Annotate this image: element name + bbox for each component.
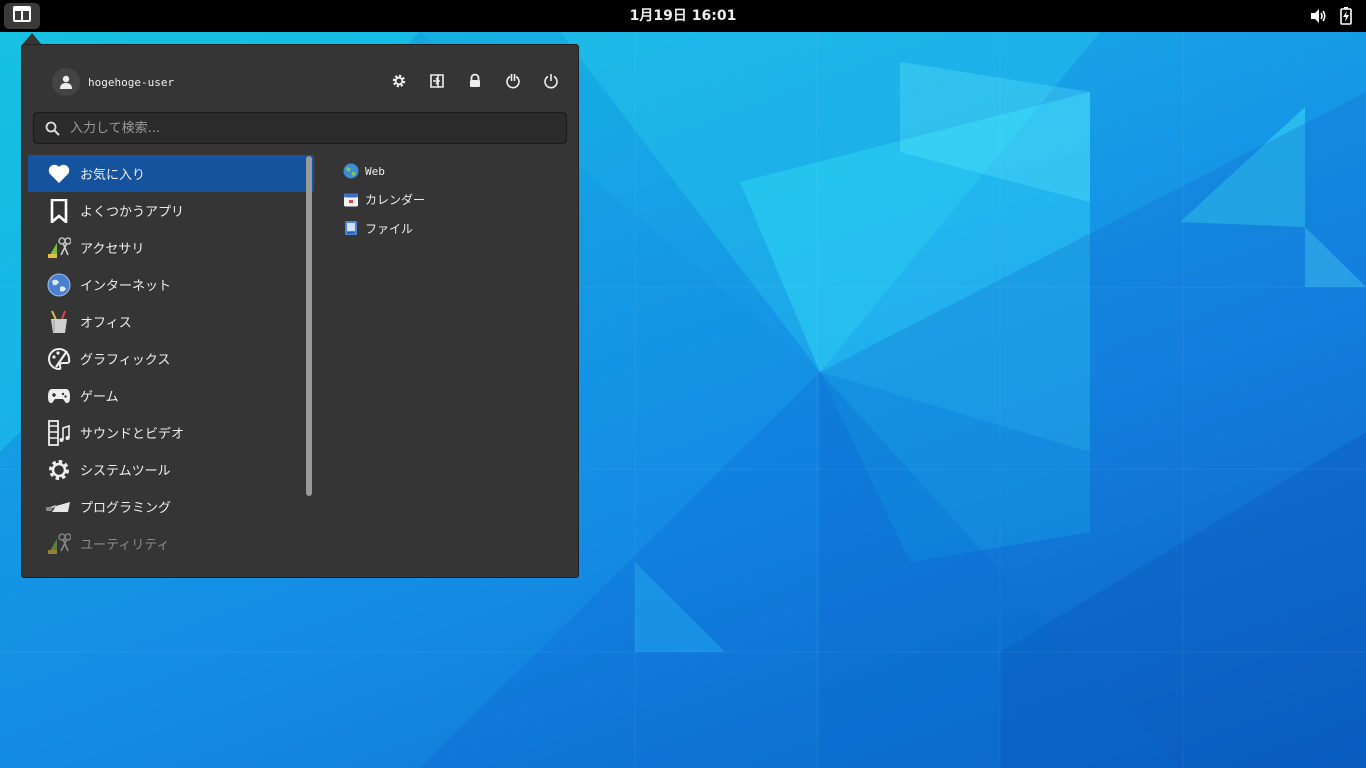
files-icon <box>343 220 359 236</box>
globe-icon <box>46 272 72 298</box>
lock-button[interactable] <box>465 71 485 91</box>
restart-icon <box>506 74 520 89</box>
user-name: hogehoge-user <box>88 75 175 89</box>
trowel-icon <box>46 494 72 520</box>
app-label: Web <box>365 164 385 178</box>
category-accessories[interactable]: アクセサリ <box>28 229 314 266</box>
top-bar: 1月19日 16:01 <box>0 0 1366 32</box>
heart-icon <box>46 161 72 187</box>
category-label: よくつかうアプリ <box>80 205 185 220</box>
bookmark-icon <box>46 198 72 224</box>
session-actions <box>389 71 561 91</box>
applications-menu: hogehoge-user 入力して検索... お気に入り よくつかうアプリ ア… <box>21 44 579 578</box>
category-frequent[interactable]: よくつかうアプリ <box>28 192 314 229</box>
power-icon <box>544 74 558 89</box>
lock-icon <box>470 73 480 87</box>
logout-button[interactable] <box>427 71 447 91</box>
category-label: アクセサリ <box>80 242 145 257</box>
search-input[interactable] <box>66 115 566 141</box>
app-calendar[interactable]: カレンダー <box>343 186 425 215</box>
office-icon <box>46 309 72 335</box>
search-icon <box>34 121 66 136</box>
category-utilities[interactable]: ユーティリティ <box>28 525 314 562</box>
power-button[interactable] <box>541 71 561 91</box>
battery-charging-icon[interactable] <box>1340 7 1352 29</box>
user-button[interactable]: hogehoge-user <box>52 68 174 96</box>
category-graphics[interactable]: グラフィックス <box>28 340 314 377</box>
gear-icon <box>46 457 72 483</box>
volume-icon[interactable] <box>1310 8 1328 28</box>
category-label: サウンドとビデオ <box>80 427 185 442</box>
system-tray[interactable] <box>1310 7 1352 29</box>
category-label: グラフィックス <box>80 353 171 368</box>
accessories-icon <box>46 235 72 261</box>
restart-button[interactable] <box>503 71 523 91</box>
category-label: ゲーム <box>80 390 119 405</box>
category-label: プログラミング <box>80 501 172 516</box>
category-games[interactable]: ゲーム <box>28 377 314 414</box>
category-label: システムツール <box>80 464 171 479</box>
user-avatar-icon <box>52 68 80 96</box>
app-list: Web カレンダー ファイル <box>343 157 425 243</box>
category-list: お気に入り よくつかうアプリ アクセサリ インターネット オフィス グラフィック… <box>28 155 314 575</box>
applications-menu-button[interactable] <box>4 3 40 29</box>
logout-icon <box>430 74 444 88</box>
clock[interactable]: 1月19日 16:01 <box>630 8 737 24</box>
settings-icon <box>392 74 406 88</box>
app-label: ファイル <box>365 221 414 236</box>
category-label: ユーティリティ <box>80 538 170 553</box>
gamepad-icon <box>46 383 72 409</box>
search-box[interactable] <box>33 112 567 144</box>
category-internet[interactable]: インターネット <box>28 266 314 303</box>
category-scrollbar[interactable] <box>306 156 312 496</box>
web-browser-icon <box>343 163 359 179</box>
category-favorites[interactable]: お気に入り <box>28 155 314 192</box>
calendar-icon <box>343 192 359 208</box>
film-music-icon <box>46 419 72 446</box>
category-label: お気に入り <box>80 168 146 183</box>
category-label: インターネット <box>80 279 172 294</box>
category-programming[interactable]: プログラミング <box>28 488 314 525</box>
category-sound-video[interactable]: サウンドとビデオ <box>28 414 314 451</box>
app-label: カレンダー <box>365 193 426 208</box>
settings-button[interactable] <box>389 71 409 91</box>
utilities-icon <box>46 531 72 557</box>
category-system-tools[interactable]: システムツール <box>28 451 314 488</box>
app-files[interactable]: ファイル <box>343 214 425 243</box>
palette-icon <box>46 346 72 372</box>
category-label: オフィス <box>80 316 132 331</box>
app-web[interactable]: Web <box>343 157 425 186</box>
category-office[interactable]: オフィス <box>28 303 314 340</box>
applications-menu-icon <box>12 5 32 27</box>
